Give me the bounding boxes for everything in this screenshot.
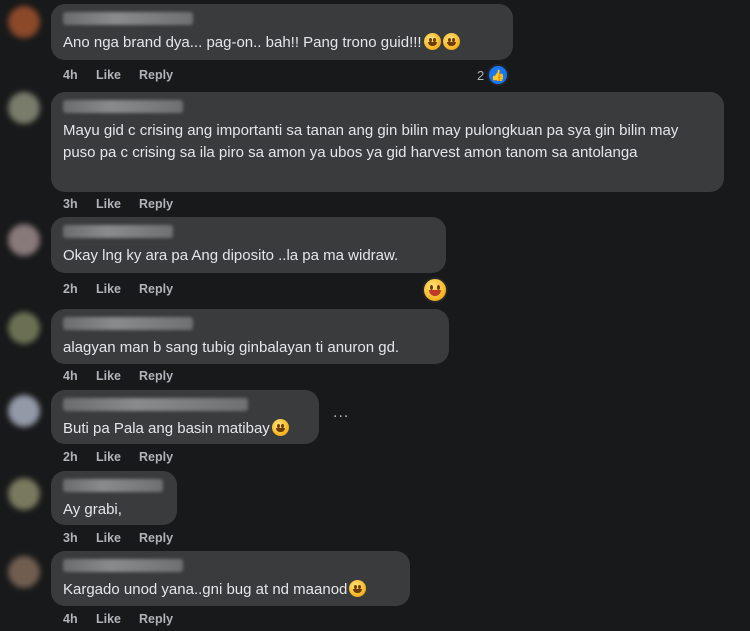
like-button[interactable]: Like [96,282,139,296]
comment-bubble: Ano nga brand dya... pag-on.. bah!! Pang… [51,4,513,60]
commenter-name-redacted[interactable] [63,559,183,572]
grinning-emoji-icon [423,33,441,50]
comment-bubble: alagyan man b sang tubig ginbalayan ti a… [51,309,449,364]
like-button[interactable]: Like [96,612,139,626]
comment-bubble: Kargado unod yana..gni bug at nd maanod [51,551,410,606]
reply-button[interactable]: Reply [139,612,173,626]
avatar[interactable] [8,6,40,38]
comment-text: alagyan man b sang tubig ginbalayan ti a… [63,339,400,356]
comment-actions: 4h Like Reply [63,68,173,82]
commenter-name-redacted[interactable] [63,317,193,330]
avatar[interactable] [8,556,40,588]
comment-actions: 4h Like Reply [63,369,173,383]
comment-timestamp[interactable]: 4h [63,612,96,626]
commenter-name-redacted[interactable] [63,479,163,492]
comment-timestamp[interactable]: 4h [63,369,96,383]
commenter-name-redacted[interactable] [63,225,173,238]
commenter-name-redacted[interactable] [63,398,248,411]
comment-timestamp[interactable]: 3h [63,197,96,211]
comment-actions: 3h Like Reply [63,531,173,545]
commenter-name-redacted[interactable] [63,12,193,25]
reply-button[interactable]: Reply [139,369,173,383]
comment-text: Kargado unod yana..gni bug at nd maanod [63,581,348,598]
comment-bubble: Ay grabi, [51,471,177,525]
comment-actions: 2h Like Reply [63,282,173,296]
comment-bubble: Buti pa Pala ang basin matibay [51,390,319,444]
grinning-emoji-icon [442,33,460,50]
like-button[interactable]: Like [96,369,139,383]
grinning-emoji-icon [349,580,367,597]
avatar[interactable] [8,224,40,256]
reply-button[interactable]: Reply [139,450,173,464]
avatar[interactable] [8,478,40,510]
comment-actions: 2h Like Reply [63,450,173,464]
comment-text: Okay lng ky ara pa Ang diposito ..la pa … [63,247,399,264]
comment-actions: 4h Like Reply [63,612,173,626]
laughing-emoji-icon[interactable] [422,277,448,303]
avatar[interactable] [8,92,40,124]
comment-text: Ay grabi, [63,501,122,518]
avatar[interactable] [8,395,40,427]
comment-bubble: Mayu gid c crising ang importanti sa tan… [51,92,724,192]
reply-button[interactable]: Reply [139,531,173,545]
like-button[interactable]: Like [96,197,139,211]
more-options-button[interactable]: ... [333,404,349,422]
avatar[interactable] [8,312,40,344]
comment-text: Buti pa Pala ang basin matibay [63,420,270,437]
reply-button[interactable]: Reply [139,282,173,296]
like-button[interactable]: Like [96,531,139,545]
thumbs-up-icon: 👍 [487,64,510,86]
reaction-count[interactable]: 2 👍 [477,64,510,86]
like-button[interactable]: Like [96,68,139,82]
reaction-count-value: 2 [477,67,485,83]
like-button[interactable]: Like [96,450,139,464]
comment-timestamp[interactable]: 3h [63,531,96,545]
comment-actions: 3h Like Reply [63,197,173,211]
comment-text: Ano nga brand dya... pag-on.. bah!! Pang… [63,34,422,51]
comment-timestamp[interactable]: 2h [63,282,96,296]
comment-timestamp[interactable]: 4h [63,68,96,82]
reply-button[interactable]: Reply [139,68,173,82]
commenter-name-redacted[interactable] [63,100,183,113]
comment-text: Mayu gid c crising ang importanti sa tan… [63,122,683,161]
grinning-emoji-icon [271,419,289,436]
comment-bubble: Okay lng ky ara pa Ang diposito ..la pa … [51,217,446,273]
reply-button[interactable]: Reply [139,197,173,211]
comment-timestamp[interactable]: 2h [63,450,96,464]
